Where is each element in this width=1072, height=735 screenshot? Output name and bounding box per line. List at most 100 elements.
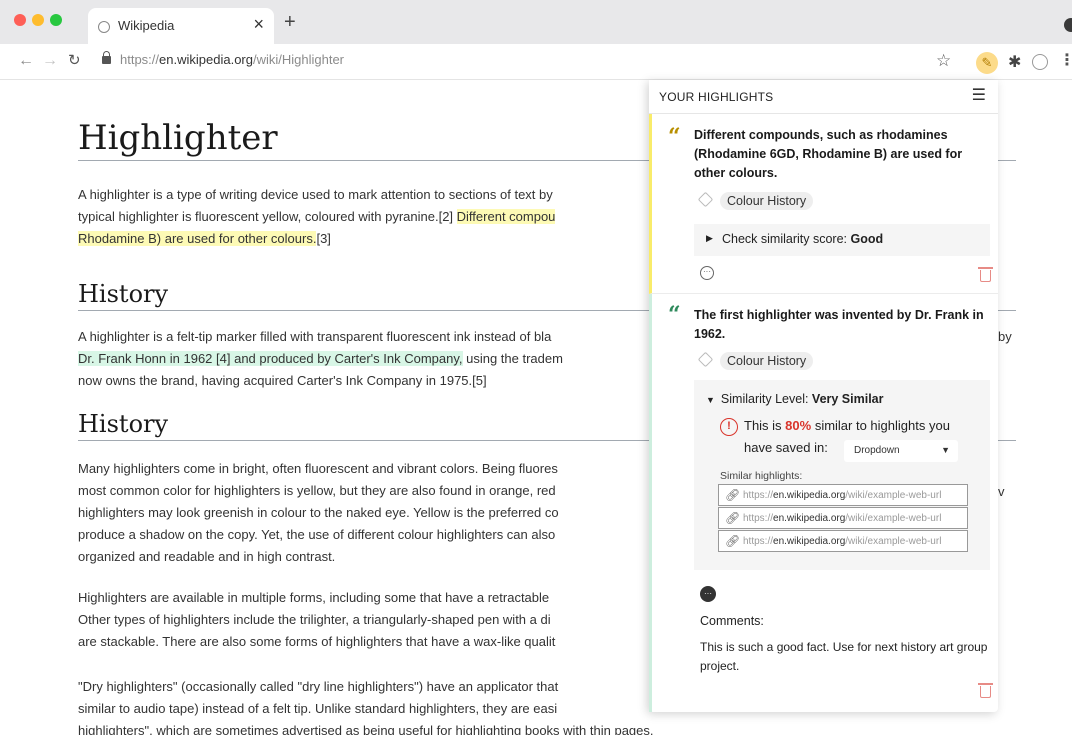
panel-header: YOUR HIGHLIGHTS ☰: [649, 80, 998, 114]
similarity-level-toggle[interactable]: ▼ Similarity Level: Very Similar: [706, 392, 884, 406]
highlight-card[interactable]: “ Different compounds, such as rhodamine…: [649, 114, 998, 294]
tag-icon: [697, 351, 714, 368]
profile-icon[interactable]: [1032, 54, 1048, 70]
link-path: /wiki/example-web-url: [845, 490, 942, 501]
para3-line-2: similar to audio tape) instead of a felt…: [78, 701, 558, 716]
intro-line-2-text: typical highlighter is fluorescent yello…: [78, 209, 457, 224]
para1-line-3: highlighters may look greenish in colour…: [78, 505, 559, 520]
tag-label: Colour History: [720, 192, 814, 210]
intro-line-3-ref: [3]: [316, 231, 331, 246]
trash-icon[interactable]: [978, 683, 993, 698]
minimize-window-button[interactable]: [32, 14, 44, 26]
hamburger-menu-icon[interactable]: ☰: [972, 88, 986, 104]
para1-line-4: produce a shadow on the copy. Yet, the u…: [78, 527, 556, 542]
globe-icon: [98, 21, 110, 33]
para3-line-1: "Dry highlighters" (occasionally called …: [78, 679, 559, 694]
para1-line-1: Many highlighters come in bright, often …: [78, 461, 558, 476]
comments-label: Comments:: [700, 614, 764, 628]
caret-right-icon: ▶: [706, 233, 713, 243]
back-arrow-icon[interactable]: ←: [18, 52, 34, 70]
url-path: /wiki/Highlighter: [252, 52, 345, 67]
link-scheme: https://: [743, 513, 774, 524]
reload-icon[interactable]: ↻: [68, 52, 81, 70]
url-scheme: https://: [120, 52, 160, 67]
highlighter-extension-icon[interactable]: ✎: [976, 52, 998, 74]
close-window-button[interactable]: [14, 14, 26, 26]
article-text-fragment: v: [998, 484, 1005, 499]
link-url: https://en.wikipedia.org/wiki/example-we…: [743, 513, 941, 524]
history-line-1: A highlighter is a felt-tip marker fille…: [78, 329, 552, 344]
comment-text[interactable]: This is such a good fact. Use for next h…: [700, 638, 992, 676]
para1-line-2: most common color for highlighters is ye…: [78, 483, 556, 498]
saved-in-label: have saved in:: [744, 440, 828, 455]
close-tab-icon[interactable]: ×: [253, 14, 264, 34]
star-icon[interactable]: ☆: [936, 51, 951, 71]
highlight-text: Different compounds, such as rhodamines …: [694, 128, 963, 180]
highlight-card[interactable]: “ The first highlighter was invented by …: [649, 294, 998, 712]
url-host: en.wikipedia.org: [159, 52, 253, 67]
history-line-2: Dr. Frank Honn in 1962 [4] and produced …: [78, 348, 563, 370]
dropdown-value: Dropdown: [854, 445, 900, 456]
similarity-percent-text: This is 80% similar to highlights you: [744, 418, 950, 433]
similarity-toggle[interactable]: ▶ Check similarity score: Good: [694, 224, 990, 256]
similarity-prefix: Check similarity score:: [722, 232, 851, 246]
browser-toolbar: ← → ↻ https://en.wikipedia.org/wiki/High…: [0, 44, 1072, 80]
link-icon: 🔗︎: [725, 534, 741, 548]
highlight-text: The first highlighter was invented by Dr…: [694, 308, 984, 341]
new-tab-button[interactable]: +: [284, 12, 296, 32]
browser-tab[interactable]: Wikipedia ×: [88, 8, 274, 44]
caret-down-icon: ▼: [941, 445, 950, 455]
article-text-fragment: by: [998, 329, 1012, 344]
link-icon: 🔗︎: [725, 488, 741, 502]
lock-icon: [102, 51, 111, 64]
link-host: en.wikipedia.org: [773, 513, 846, 524]
similar-highlight-link[interactable]: 🔗︎ https://en.wikipedia.org/wiki/example…: [718, 530, 968, 552]
link-host: en.wikipedia.org: [773, 536, 846, 547]
link-path: /wiki/example-web-url: [845, 536, 942, 547]
quote-icon: “: [668, 302, 681, 328]
collection-dropdown[interactable]: Dropdown ▼: [844, 440, 958, 462]
comment-icon[interactable]: ···: [700, 266, 714, 280]
similar-highlight-link[interactable]: 🔗︎ https://en.wikipedia.org/wiki/example…: [718, 507, 968, 529]
kebab-menu-icon[interactable]: ⋮: [1059, 50, 1072, 70]
similarity-value: Good: [850, 232, 884, 246]
link-host: en.wikipedia.org: [773, 490, 846, 501]
similarity-prefix: Similarity Level:: [720, 392, 812, 406]
address-bar[interactable]: https://en.wikipedia.org/wiki/Highlighte…: [120, 52, 344, 67]
maximize-window-button[interactable]: [50, 14, 62, 26]
trash-icon[interactable]: [978, 267, 993, 282]
tab-title: Wikipedia: [118, 18, 175, 33]
similarity-text: Check similarity score: Good: [722, 232, 883, 246]
link-url: https://en.wikipedia.org/wiki/example-we…: [743, 490, 941, 501]
tag-icon: [697, 191, 714, 208]
para1-line-5: organized and readable and in high contr…: [78, 549, 336, 564]
comment-icon[interactable]: ···: [700, 586, 716, 602]
puzzle-icon[interactable]: ✱: [1008, 52, 1021, 72]
quote-icon: “: [668, 124, 681, 150]
history-line-2-text: using the tradem: [462, 351, 563, 366]
browser-account-icon[interactable]: [1064, 18, 1072, 32]
highlights-panel: YOUR HIGHLIGHTS ☰ “ Different compounds,…: [649, 80, 998, 712]
alert-icon: !: [720, 418, 738, 436]
intro-line-1: A highlighter is a type of writing devic…: [78, 187, 553, 202]
highlight-yellow[interactable]: Rhodamine B) are used for other colours.: [78, 231, 317, 246]
link-scheme: https://: [743, 536, 774, 547]
link-icon: 🔗︎: [725, 511, 741, 525]
intro-line-2: typical highlighter is fluorescent yello…: [78, 206, 556, 228]
para2-line-3: are stackable. There are also some forms…: [78, 634, 556, 649]
forward-arrow-icon[interactable]: →: [42, 52, 58, 70]
caret-down-icon: ▼: [706, 395, 715, 405]
tab-bar: Wikipedia × +: [0, 0, 1072, 44]
pct-suffix: similar to highlights you: [811, 418, 950, 433]
similar-highlight-link[interactable]: 🔗︎ https://en.wikipedia.org/wiki/example…: [718, 484, 968, 506]
tag-label: Colour History: [720, 352, 814, 370]
para2-line-2: Other types of highlighters include the …: [78, 612, 551, 627]
pct-prefix: This is: [744, 418, 786, 433]
highlight-yellow[interactable]: Different compou: [456, 209, 556, 224]
similarity-details: ▼ Similarity Level: Very Similar ! This i…: [694, 380, 990, 570]
highlight-green[interactable]: Dr. Frank Honn in 1962 [4] and produced …: [78, 351, 463, 366]
similar-highlights-label: Similar highlights:: [720, 470, 803, 482]
para3-line-3: highlighters", which are sometimes adver…: [78, 723, 654, 735]
link-url: https://en.wikipedia.org/wiki/example-we…: [743, 536, 941, 547]
similarity-value: Very Similar: [811, 392, 884, 406]
